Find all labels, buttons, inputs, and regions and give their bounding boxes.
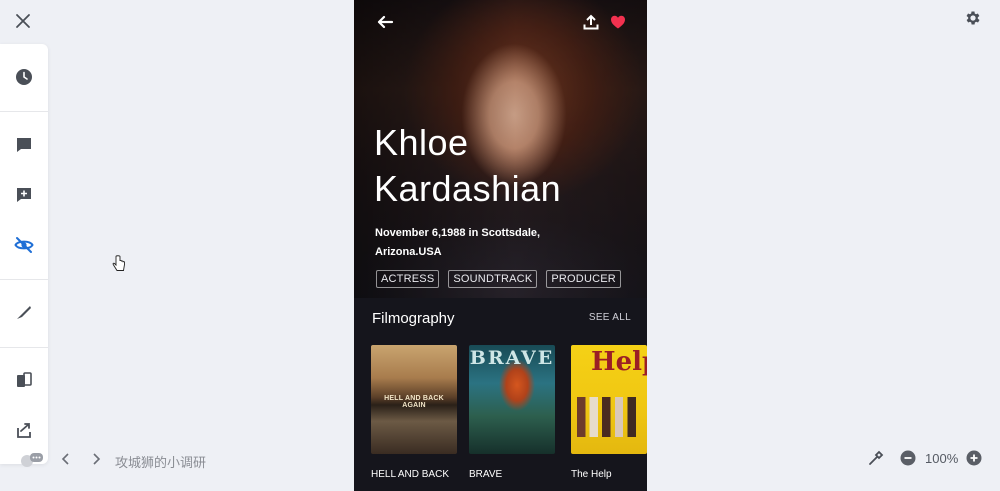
cards-icon (17, 372, 32, 387)
actor-name: Khloe Kardashian (374, 120, 561, 212)
movie-poster[interactable]: BRAVE (469, 345, 555, 454)
add-comment-button[interactable] (14, 185, 34, 205)
hide-annotations-button[interactable] (14, 235, 34, 255)
upload-icon[interactable] (583, 14, 599, 30)
knife-icon (17, 306, 31, 319)
movie-poster[interactable]: Help (571, 345, 647, 454)
slices-button[interactable] (14, 370, 34, 390)
eyedropper-icon[interactable] (867, 449, 885, 467)
tag-producer[interactable]: PRODUCER (546, 270, 621, 288)
toolbar-divider (0, 111, 48, 112)
gear-icon (966, 11, 980, 25)
zoom-in-button[interactable] (966, 450, 982, 466)
actor-first-name: Khloe (374, 122, 469, 163)
export-button[interactable] (14, 420, 34, 440)
see-all-link[interactable]: SEE ALL (589, 312, 631, 323)
export-icon (17, 423, 31, 438)
toolbar-divider (0, 279, 48, 280)
poster-title: HELL AND BACK AGAIN (384, 395, 444, 409)
chevron-left-icon[interactable] (60, 452, 72, 466)
actor-last-name: Kardashian (374, 168, 562, 209)
tag-actress[interactable]: ACTRESS (376, 270, 440, 288)
close-icon (16, 14, 30, 28)
poster-title: BRAVE (469, 347, 555, 369)
back-arrow-icon[interactable] (376, 13, 394, 31)
chevron-right-icon[interactable] (90, 452, 102, 466)
tag-soundtrack[interactable]: SOUNDTRACK (448, 270, 538, 288)
heart-icon[interactable] (610, 14, 626, 30)
toolbar-divider (0, 347, 48, 348)
add-comment-icon (17, 188, 31, 202)
movie-title[interactable]: HELL AND BACK (371, 469, 449, 480)
movie-title[interactable]: BRAVE (469, 469, 502, 480)
actor-birth-info: November 6,1988 in Scottsdale, Arizona.U… (375, 227, 541, 258)
zoom-level: 100% (925, 451, 959, 466)
comments-button[interactable] (14, 135, 34, 155)
clock-icon (16, 69, 32, 85)
chat-bubble-icon[interactable] (20, 452, 44, 468)
role-tags: ACTRESS SOUNDTRACK PRODUCER (376, 270, 621, 288)
comment-icon (17, 138, 31, 152)
poster-figures (577, 397, 647, 437)
zoom-out-button[interactable] (900, 450, 916, 466)
poster-title: Help (591, 347, 647, 377)
slice-tool-button[interactable] (14, 302, 34, 322)
phone-artboard: Khloe Kardashian November 6,1988 in Scot… (354, 0, 647, 491)
left-toolbar (0, 44, 48, 464)
close-button[interactable] (13, 11, 33, 31)
history-button[interactable] (14, 67, 34, 87)
movie-title[interactable]: The Help (571, 469, 612, 480)
author-name: 攻城狮的小调研 (115, 455, 207, 470)
eye-off-icon (14, 237, 34, 253)
settings-button[interactable] (964, 9, 982, 27)
hand-cursor-icon (112, 255, 125, 271)
filmography-title: Filmography (372, 310, 455, 327)
movie-poster[interactable]: HELL AND BACK AGAIN (371, 345, 457, 454)
